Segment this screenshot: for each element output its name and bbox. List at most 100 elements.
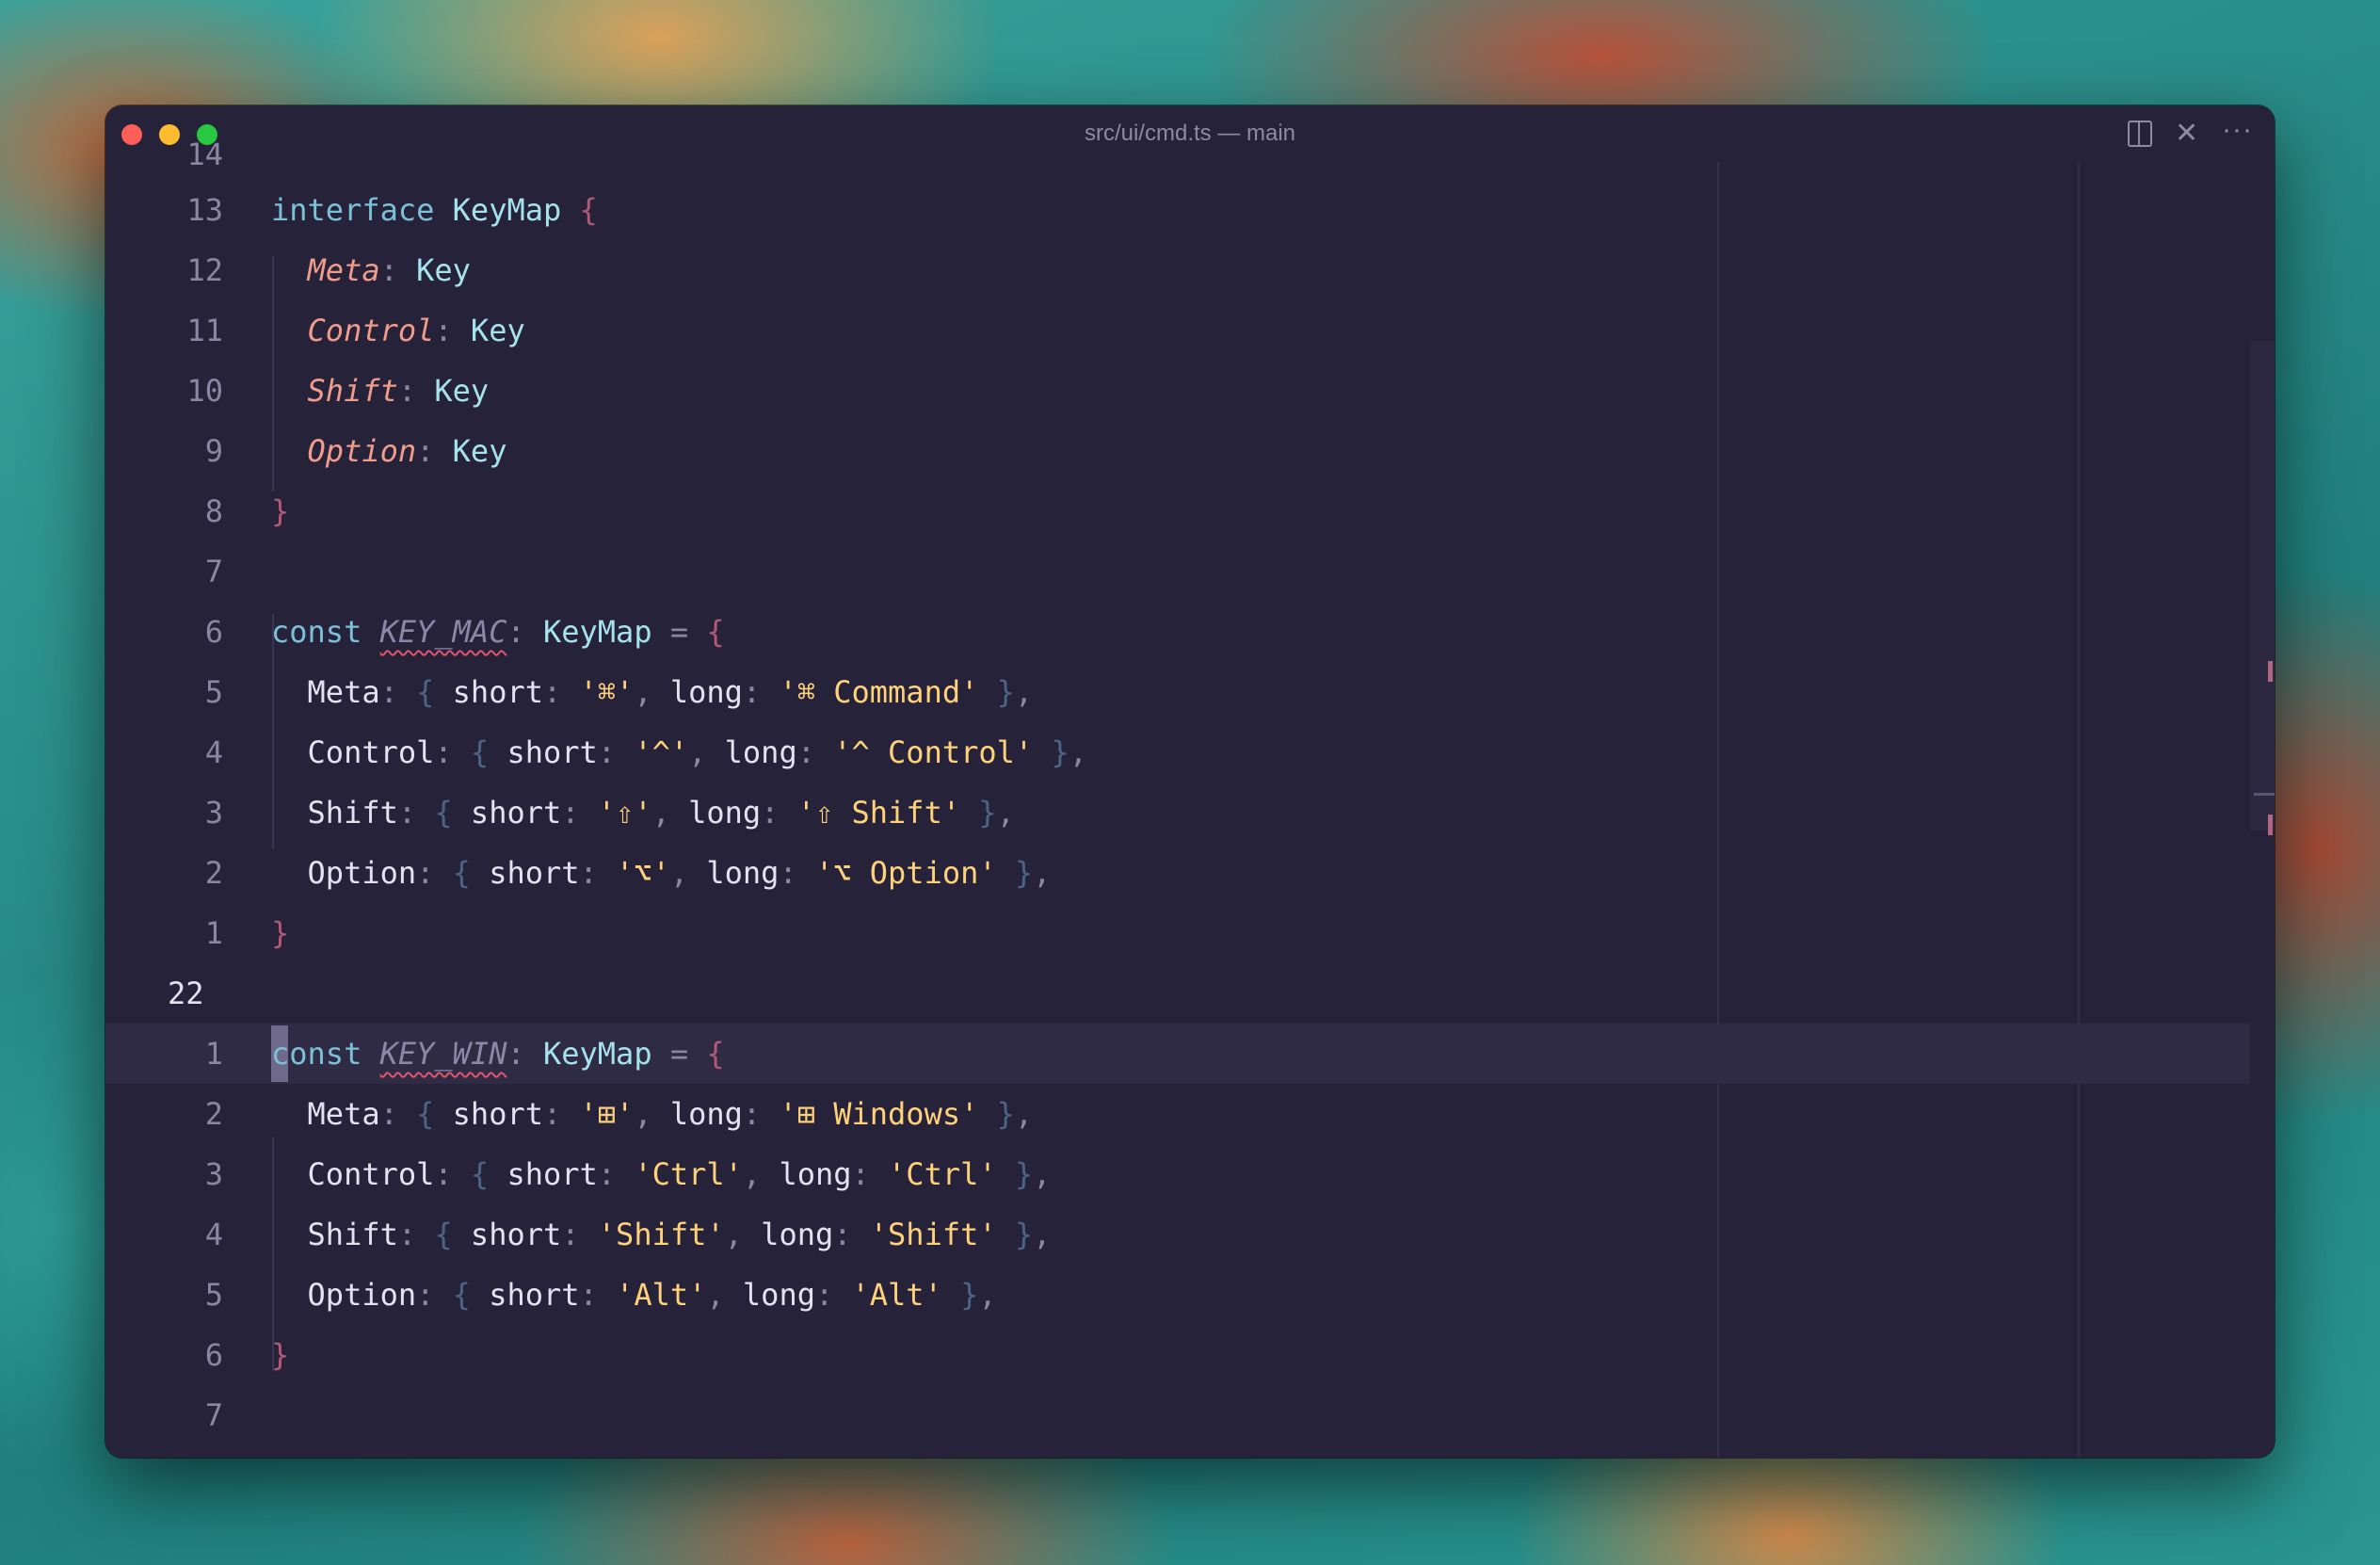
code-token: short (434, 1096, 543, 1132)
code-text: Control: Key (271, 300, 525, 361)
code-token: Meta (271, 1096, 380, 1132)
code-token: Control (271, 734, 435, 770)
code-line[interactable]: 2 Meta: { short: '⊞', long: '⊞ Windows' … (105, 1084, 1706, 1144)
code-line[interactable]: 2 Option: { short: '⌥', long: '⌥ Option'… (105, 843, 1706, 903)
code-token: } (996, 1096, 1015, 1132)
current-code-line[interactable]: 22 (105, 963, 1706, 1024)
code-token: , (706, 1277, 725, 1313)
code-token: 'Ctrl' (634, 1156, 743, 1192)
code-line[interactable]: 5 Meta: { short: '⌘', long: '⌘ Command' … (105, 662, 1706, 722)
ruler-line (2078, 162, 2080, 1458)
code-line[interactable]: 3 Shift: { short: '⇧', long: '⇧ Shift' }… (105, 782, 1706, 843)
scrollbar[interactable] (2250, 341, 2275, 835)
code-token: short (452, 795, 562, 831)
line-number: 4 (204, 734, 223, 770)
code-text: Meta: Key (271, 240, 471, 300)
title-bar: src/ui/cmd.ts — main ✕ ··· (105, 105, 2275, 162)
close-icon[interactable]: ✕ (2175, 119, 2198, 149)
code-token: '^ Control' (833, 734, 1034, 770)
code-token: } (271, 915, 290, 951)
code-token: long (669, 795, 762, 831)
code-line[interactable]: 1} (105, 903, 1706, 963)
code-token: , (688, 734, 707, 770)
code-token: 'Alt' (851, 1277, 942, 1313)
window-title: src/ui/cmd.ts — main (1084, 121, 1296, 146)
code-line[interactable]: 12 Meta: Key (105, 240, 1706, 300)
code-line[interactable]: 7 (105, 1385, 1706, 1445)
code-token: 'Shift' (597, 1217, 725, 1252)
code-line[interactable]: 4 Shift: { short: 'Shift', long: 'Shift'… (105, 1204, 1706, 1265)
code-token: { (434, 1217, 453, 1252)
code-line[interactable]: 6} (105, 1325, 1706, 1385)
code-line[interactable]: 3 Control: { short: 'Ctrl', long: 'Ctrl'… (105, 1144, 1706, 1204)
code-token: : (434, 313, 453, 348)
code-token: , (634, 674, 652, 710)
code-token: } (271, 1337, 290, 1373)
code-token: Option (271, 855, 417, 891)
line-number: 4 (204, 1217, 223, 1252)
code-token: , (1033, 1156, 1052, 1192)
code-token: short (434, 674, 543, 710)
code-token: : (379, 1096, 398, 1132)
code-token: { (434, 795, 453, 831)
code-line[interactable]: 11 Control: Key (105, 300, 1706, 361)
code-token: '⊞ Windows' (779, 1096, 979, 1132)
code-token: : (397, 1217, 417, 1252)
code-token: : (579, 1277, 598, 1313)
editor-window: src/ui/cmd.ts — main ✕ ··· 14 13 interfac… (105, 105, 2275, 1458)
code-token: : (833, 1217, 852, 1252)
code-token: Shift (271, 795, 398, 831)
code-text: Control: { short: '^', long: '^ Control'… (271, 722, 1087, 782)
code-line[interactable]: 8} (105, 481, 1706, 541)
code-line[interactable]: 13 interface KeyMap { (105, 180, 1706, 240)
code-token: Control (307, 313, 435, 348)
code-text: Meta: { short: '⊞', long: '⊞ Windows' }, (271, 1084, 1034, 1144)
code-token: , (742, 1156, 762, 1192)
code-text: interface KeyMap { (271, 180, 598, 240)
line-number: 13 (186, 192, 223, 228)
split-editor-icon[interactable] (2128, 121, 2152, 147)
code-token: { (452, 1277, 471, 1313)
line-number: 22 (168, 976, 204, 1011)
code-line[interactable]: 9 Option: Key (105, 421, 1706, 481)
code-token: Key (470, 313, 525, 348)
line-number: 2 (204, 1096, 223, 1132)
code-token: 'Ctrl' (888, 1156, 997, 1192)
more-icon[interactable]: ··· (2222, 115, 2253, 145)
code-line[interactable]: 1 const KEY_WIN: KeyMap = { (105, 1024, 1706, 1084)
code-line[interactable]: 6 const KEY_MAC: KeyMap = { (105, 602, 1706, 662)
code-editor[interactable]: 14 13 interface KeyMap {12 Meta: Key 11 Co… (105, 137, 2275, 1458)
code-token: { (452, 855, 471, 891)
code-token: { (579, 192, 598, 228)
code-line[interactable]: 5 Option: { short: 'Alt', long: 'Alt' }, (105, 1265, 1706, 1325)
code-line[interactable]: 10 Shift: Key (105, 361, 1706, 421)
code-line[interactable]: 4 Control: { short: '^', long: '^ Contro… (105, 722, 1706, 782)
code-line[interactable]: 7 (105, 541, 1706, 602)
code-token: , (978, 1277, 997, 1313)
code-text: Option: Key (271, 421, 507, 481)
